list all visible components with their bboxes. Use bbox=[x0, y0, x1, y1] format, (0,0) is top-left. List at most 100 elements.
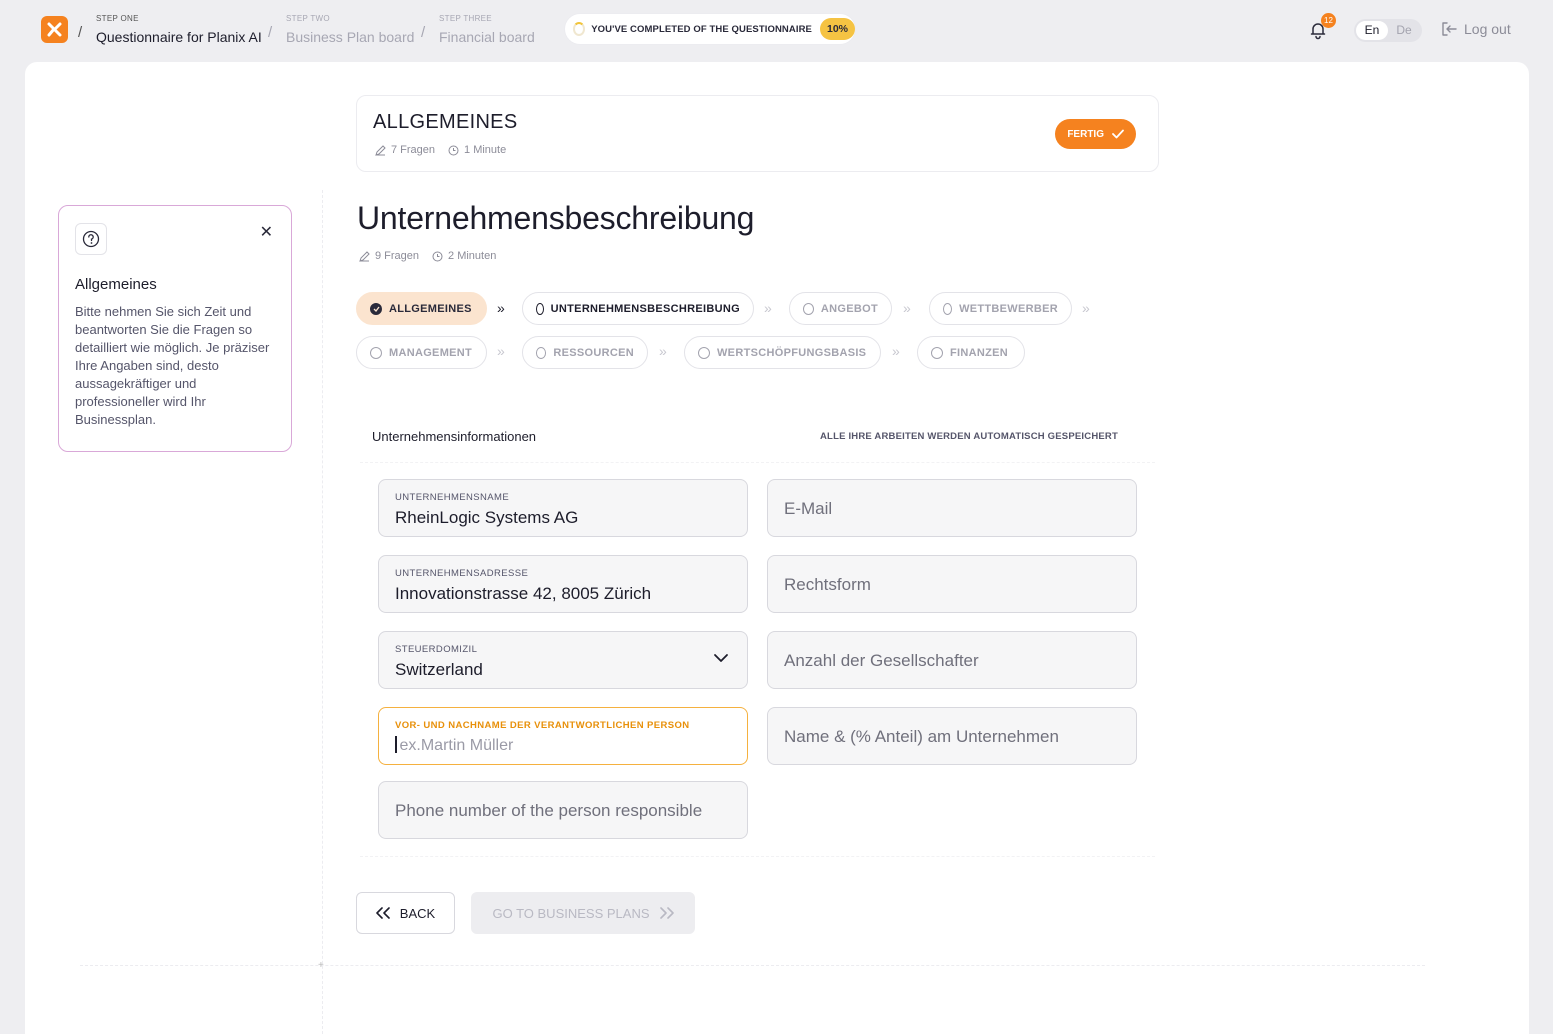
step-chip-wertschoepfungsbasis[interactable]: WERTSCHÖPFUNGSBASIS bbox=[684, 336, 881, 369]
breadcrumb-step-one[interactable]: STEP ONE Questionnaire for Planix AI bbox=[96, 14, 262, 45]
app-logo[interactable] bbox=[41, 16, 68, 43]
placeholder-text: ex.Martin Müller bbox=[399, 737, 514, 754]
step-chip-allgemeines[interactable]: ALLGEMEINES bbox=[356, 292, 487, 325]
step-chip-wettbewerber[interactable]: WETTBEWERBER bbox=[929, 292, 1072, 325]
circle-icon bbox=[803, 302, 814, 315]
chevrons-right-icon bbox=[659, 907, 674, 919]
step-label: RESSOURCEN bbox=[553, 346, 634, 359]
step-label: FINANZEN bbox=[950, 346, 1009, 359]
step-label: WETTBEWERBER bbox=[959, 302, 1058, 315]
logout-icon bbox=[1442, 22, 1457, 36]
help-body: Bitte nehmen Sie sich Zeit und beantwort… bbox=[75, 304, 270, 427]
company-address-field[interactable]: UNTERNEHMENSADRESSE Innovationstrasse 42… bbox=[378, 555, 748, 613]
step-chip-ressourcen[interactable]: RESSOURCEN bbox=[522, 336, 648, 369]
back-button[interactable]: BACK bbox=[356, 892, 455, 934]
field-placeholder: Name & (% Anteil) am Unternehmen bbox=[784, 727, 1059, 746]
close-icon[interactable]: ✕ bbox=[260, 222, 273, 242]
form-title: Unternehmensinformationen bbox=[372, 429, 537, 444]
text-caret bbox=[395, 736, 397, 753]
clock-icon bbox=[432, 251, 443, 261]
questionnaire-progress: YOU'VE COMPLETED OF THE QUESTIONNAIRE 10… bbox=[565, 14, 855, 44]
chevron-right-icon: » bbox=[497, 300, 505, 316]
crosshair-marker: + bbox=[318, 960, 324, 971]
page-meta: 9 Fragen 2 Minuten bbox=[359, 250, 496, 262]
help-icon bbox=[75, 223, 107, 255]
page-question-count: 9 Fragen bbox=[375, 250, 420, 262]
top-bar: / STEP ONE Questionnaire for Planix AI /… bbox=[0, 0, 1553, 62]
chevron-right-icon: » bbox=[764, 300, 772, 316]
breadcrumb-step-two[interactable]: STEP TWO Business Plan board bbox=[286, 14, 414, 45]
pencil-icon bbox=[375, 144, 386, 156]
field-placeholder: Phone number of the person responsible bbox=[395, 801, 703, 820]
chevron-right-icon: » bbox=[497, 343, 505, 359]
help-panel: ✕ Allgemeines Bitte nehmen Sie sich Zeit… bbox=[58, 205, 292, 452]
lang-option-de[interactable]: De bbox=[1388, 21, 1420, 40]
autosave-notice: ALLE IHRE ARBEITEN WERDEN AUTOMATISCH GE… bbox=[820, 431, 1118, 442]
step-chip-angebot[interactable]: ANGEBOT bbox=[789, 292, 892, 325]
partners-count-field[interactable]: Anzahl der Gesellschafter bbox=[767, 631, 1137, 689]
breadcrumb-step-label: STEP TWO bbox=[286, 14, 330, 23]
help-title: Allgemeines bbox=[75, 276, 157, 293]
circle-icon bbox=[931, 346, 943, 359]
step-chip-management[interactable]: MANAGEMENT bbox=[356, 336, 487, 369]
pencil-icon bbox=[359, 250, 370, 262]
back-label: BACK bbox=[399, 905, 436, 921]
section-header-card: ALLGEMEINES 7 Fragen 1 Minute FERTIG bbox=[356, 95, 1159, 172]
field-placeholder: Rechtsform bbox=[784, 575, 871, 594]
check-icon bbox=[1112, 129, 1124, 139]
field-value: Innovationstrasse 42, 8005 Zürich bbox=[395, 584, 652, 603]
notification-count-badge: 12 bbox=[1321, 13, 1336, 28]
go-to-business-plans-button[interactable]: GO TO BUSINESS PLANS bbox=[471, 892, 695, 934]
section-duration: 1 Minute bbox=[464, 144, 507, 156]
chevron-right-icon: » bbox=[659, 343, 667, 359]
breadcrumb-step-name: Financial board bbox=[439, 29, 535, 45]
phone-field[interactable]: Phone number of the person responsible bbox=[378, 781, 748, 839]
section-title: ALLGEMEINES bbox=[373, 111, 518, 133]
chevron-right-icon: » bbox=[903, 300, 911, 316]
field-value: Switzerland bbox=[395, 660, 483, 679]
breadcrumb-step-label: STEP THREE bbox=[439, 14, 492, 23]
breadcrumb-step-name: Business Plan board bbox=[286, 29, 415, 45]
breadcrumb-step-label: STEP ONE bbox=[96, 14, 139, 23]
step-label: UNTERNEHMENSBESCHREIBUNG bbox=[550, 302, 740, 315]
step-chip-unternehmensbeschreibung[interactable]: UNTERNEHMENSBESCHREIBUNG bbox=[522, 292, 754, 325]
step-chip-finanzen[interactable]: FINANZEN bbox=[917, 336, 1025, 369]
progress-ring-icon bbox=[573, 22, 586, 36]
chevron-right-icon: » bbox=[892, 343, 900, 359]
breadcrumb-separator: / bbox=[421, 24, 426, 41]
legal-form-field[interactable]: Rechtsform bbox=[767, 555, 1137, 613]
shareholders-field[interactable]: Name & (% Anteil) am Unternehmen bbox=[767, 707, 1137, 765]
check-circle-icon bbox=[370, 302, 382, 315]
field-placeholder: ex.Martin Müller bbox=[395, 736, 513, 755]
step-label: ALLGEMEINES bbox=[389, 302, 472, 315]
progress-percent-badge: 10% bbox=[819, 18, 855, 40]
divider-horizontal bbox=[80, 965, 1425, 966]
step-label: WERTSCHÖPFUNGSBASIS bbox=[717, 346, 867, 359]
breadcrumb-step-three[interactable]: STEP THREE Financial board bbox=[439, 14, 535, 45]
logout-button[interactable]: Log out bbox=[1440, 21, 1511, 37]
done-button[interactable]: FERTIG bbox=[1055, 119, 1136, 149]
breadcrumb-step-name: Questionnaire for Planix AI bbox=[96, 29, 262, 45]
responsible-person-field[interactable]: VOR- UND NACHNAME DER VERANTWORTLICHEN P… bbox=[378, 707, 748, 765]
language-switch[interactable]: En De bbox=[1354, 19, 1422, 42]
logout-label: Log out bbox=[1464, 21, 1511, 37]
lang-option-en[interactable]: En bbox=[1356, 21, 1388, 40]
breadcrumb-separator: / bbox=[268, 24, 273, 41]
circle-icon bbox=[536, 346, 547, 359]
company-name-field[interactable]: UNTERNEHMENSNAME RheinLogic Systems AG bbox=[378, 479, 748, 537]
field-placeholder: Anzahl der Gesellschafter bbox=[784, 651, 979, 670]
breadcrumb-separator: / bbox=[78, 24, 83, 41]
chevron-down-icon[interactable] bbox=[713, 653, 729, 663]
tax-domicile-select[interactable]: STEUERDOMIZIL Switzerland bbox=[378, 631, 748, 689]
circle-icon bbox=[370, 346, 382, 359]
circle-icon bbox=[698, 346, 710, 359]
section-meta: 7 Fragen 1 Minute bbox=[375, 144, 506, 156]
field-label: VOR- UND NACHNAME DER VERANTWORTLICHEN P… bbox=[395, 720, 690, 731]
circle-icon bbox=[943, 302, 953, 315]
step-label: ANGEBOT bbox=[820, 302, 878, 315]
email-field[interactable]: E-Mail bbox=[767, 479, 1137, 537]
progress-text: YOU'VE COMPLETED OF THE QUESTIONNAIRE bbox=[591, 23, 812, 35]
field-placeholder: E-Mail bbox=[784, 499, 833, 518]
field-value: RheinLogic Systems AG bbox=[395, 508, 579, 527]
section-question-count: 7 Fragen bbox=[391, 144, 436, 156]
